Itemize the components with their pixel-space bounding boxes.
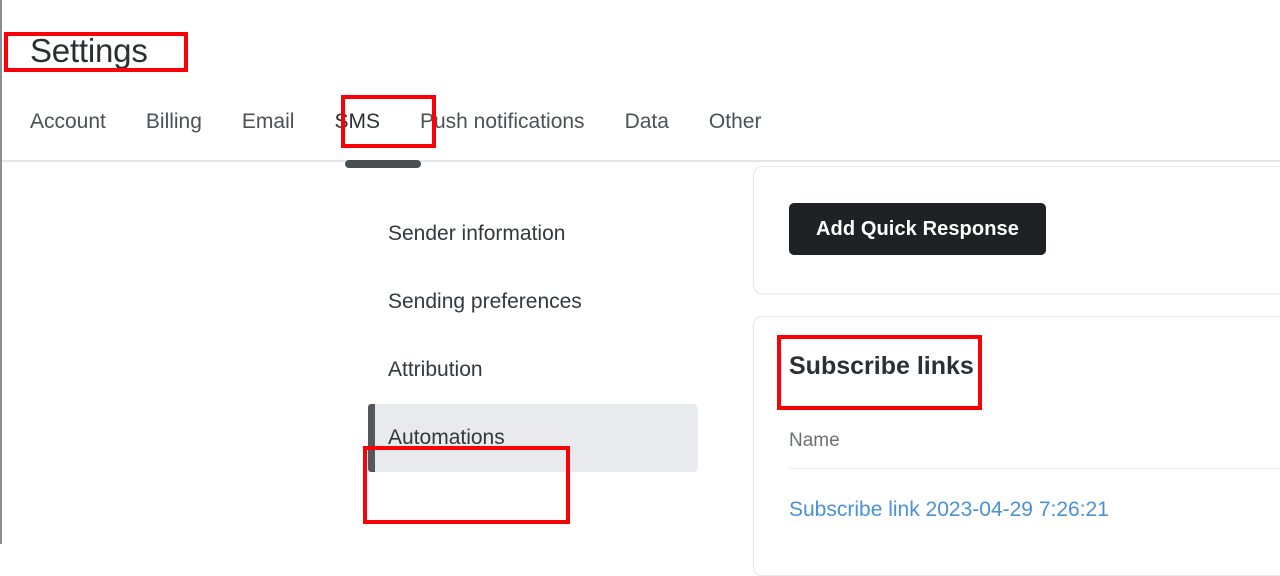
- settings-tab-bar: Account Billing Email SMS Push notificat…: [0, 103, 1280, 161]
- tab-other[interactable]: Other: [707, 103, 764, 137]
- sidebar-item-label: Sender information: [388, 222, 566, 245]
- sidebar-item-sending-preferences[interactable]: Sending preferences: [368, 268, 698, 336]
- sidebar-item-label: Sending preferences: [388, 290, 582, 313]
- sidebar-item-attribution[interactable]: Attribution: [368, 336, 698, 404]
- tab-bar-divider: [2, 160, 1280, 162]
- subscribe-links-table: Name Subscribe link 2023-04-29 7:26:21: [789, 429, 1280, 523]
- tab-email[interactable]: Email: [240, 103, 297, 137]
- table-column-header-name: Name: [789, 430, 840, 451]
- tab-account[interactable]: Account: [28, 103, 108, 137]
- subscribe-links-card: Subscribe links Name Subscribe link 2023…: [753, 316, 1280, 576]
- tab-sms[interactable]: SMS: [332, 103, 382, 137]
- tab-billing[interactable]: Billing: [144, 103, 204, 137]
- active-tab-indicator: [345, 160, 421, 168]
- settings-sidebar: Sender information Sending preferences A…: [368, 200, 698, 472]
- sidebar-item-automations[interactable]: Automations: [368, 404, 698, 472]
- tab-data[interactable]: Data: [623, 103, 671, 137]
- subscribe-links-title: Subscribe links: [789, 352, 974, 380]
- sidebar-item-sender-information[interactable]: Sender information: [368, 200, 698, 268]
- subscribe-link-name-link[interactable]: Subscribe link 2023-04-29 7:26:21: [789, 469, 1280, 523]
- sidebar-item-label: Automations: [388, 426, 505, 449]
- settings-content-panel: Add Quick Response Subscribe links Name …: [753, 166, 1280, 576]
- page-left-edge: [0, 0, 2, 544]
- sidebar-item-label: Attribution: [388, 358, 483, 381]
- page-title: Settings: [30, 32, 148, 69]
- add-quick-response-button[interactable]: Add Quick Response: [789, 203, 1046, 255]
- tab-push-notifications[interactable]: Push notifications: [418, 103, 587, 137]
- table-row: Subscribe link 2023-04-29 7:26:21: [789, 469, 1280, 523]
- quick-response-card: Add Quick Response: [753, 166, 1280, 294]
